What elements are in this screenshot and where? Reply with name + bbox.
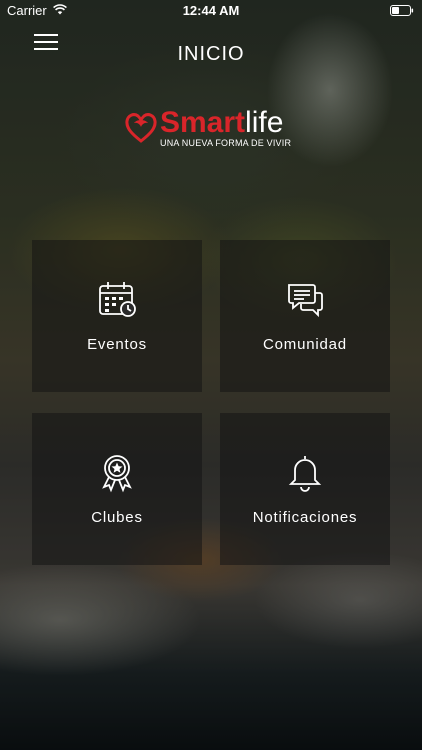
status-bar: Carrier 12:44 AM [0,0,422,22]
hamburger-menu-icon [34,34,58,36]
tile-eventos[interactable]: Eventos [32,240,202,392]
tile-label-comunidad: Comunidad [263,336,347,353]
chat-bubbles-icon [288,284,323,318]
app-screen: Carrier 12:44 AM INICIO Smartlife UNA NU… [0,0,422,750]
smartlife-logo: Smartlife UNA NUEVA FORMA DE VIVIR [124,107,304,152]
logo-word-life: life [245,106,284,139]
logo-word-smart: Smart [160,106,246,139]
logo-wordmark: Smartlife [160,107,283,139]
award-badge-icon [102,455,132,493]
smartlife-logo-mark-icon [125,113,157,143]
battery-icon [390,5,414,16]
tile-clubes[interactable]: Clubes [32,413,202,565]
tile-label-notificaciones: Notificaciones [252,509,358,526]
tile-notificaciones[interactable]: Notificaciones [220,413,390,565]
tile-label-clubes: Clubes [91,509,143,526]
bell-icon [288,456,322,492]
tile-comunidad[interactable]: Comunidad [220,240,390,392]
page-title: INICIO [177,43,245,65]
logo-tagline: UNA NUEVA FORMA DE VIVIR [160,138,292,148]
tile-label-eventos: Eventos [87,336,147,353]
calendar-icon [99,282,136,317]
status-time: 12:44 AM [182,3,240,18]
